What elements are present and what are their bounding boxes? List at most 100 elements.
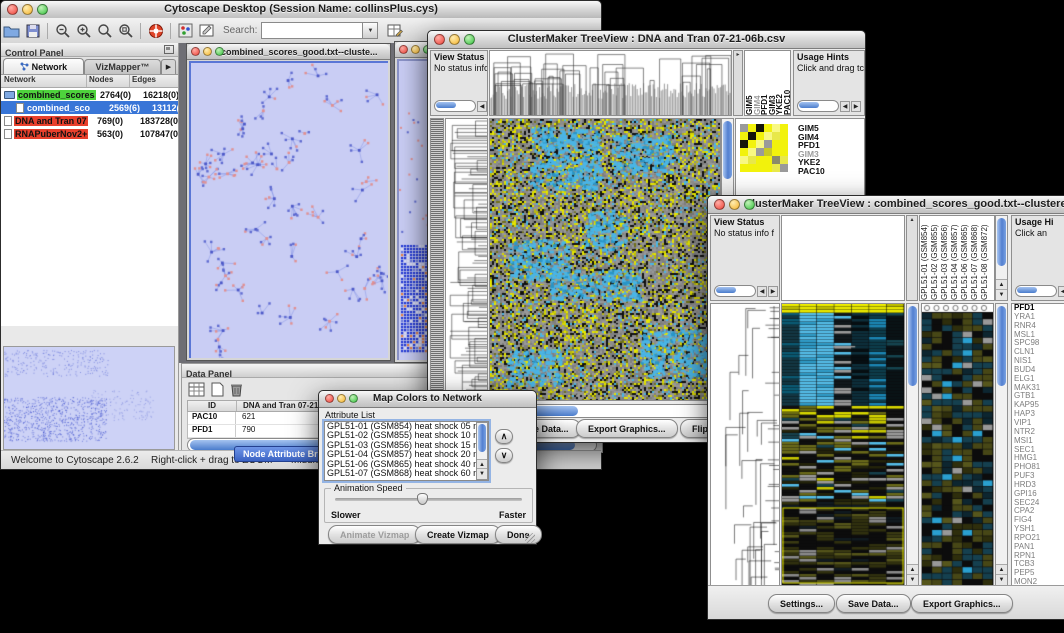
minimize-icon[interactable] <box>449 34 460 45</box>
close-icon[interactable] <box>7 4 18 15</box>
attribute-browser-icon[interactable] <box>384 21 405 41</box>
table-icon[interactable] <box>188 382 205 402</box>
animation-slider[interactable] <box>335 498 522 501</box>
tv1-column-label: GIM3 <box>768 51 776 115</box>
minimize-icon[interactable] <box>729 199 740 210</box>
control-panel: Control Panel Network VizMapper™ ▶ Netwo… <box>1 43 179 453</box>
tv2-heatmap-zoom[interactable] <box>921 303 994 586</box>
tv1-export-graphics-button[interactable]: Export Graphics... <box>576 419 678 438</box>
dp-col-id[interactable]: ID <box>188 401 237 411</box>
network-name: combined_sco <box>26 103 109 113</box>
desktop: Cytoscape Desktop (Session Name: collins… <box>0 0 1064 633</box>
tv1-status-scrollbar[interactable]: ◀▶ <box>434 100 488 112</box>
help-lifesaver-icon[interactable] <box>145 21 166 41</box>
trash-icon[interactable] <box>230 382 243 402</box>
col-nodes[interactable]: Nodes <box>87 75 130 87</box>
tv2-usage-scrollbar[interactable]: ◀▶ <box>1015 285 1064 297</box>
zoom-window-icon[interactable] <box>215 47 224 56</box>
attribute-list-scrollbar[interactable]: ▲▼ <box>476 422 488 480</box>
tv2-settings-button[interactable]: Settings... <box>768 594 835 613</box>
tv1-column-tree[interactable] <box>489 50 732 116</box>
annotation-icon[interactable] <box>196 21 217 41</box>
tv1-column-label: GIM5 <box>745 51 753 115</box>
close-icon[interactable] <box>434 34 445 45</box>
close-icon[interactable] <box>399 45 408 54</box>
window-controls[interactable] <box>7 4 48 15</box>
tv2-export-graphics-button[interactable]: Export Graphics... <box>911 594 1013 613</box>
network-name: combined_scores <box>17 90 100 100</box>
treeview2-window: ClusterMaker TreeView : combined_scores_… <box>707 195 1064 620</box>
slower-label: Slower <box>331 510 361 520</box>
animation-speed-group: Animation Speed Slower Faster <box>324 488 533 523</box>
network-row[interactable]: DNA and Tran 07769(0)183728(0) <box>1 114 178 127</box>
tab-vizmapper[interactable]: VizMapper™ <box>84 59 161 74</box>
dialog-titlebar[interactable]: Map Colors to Network <box>319 391 536 408</box>
col-network[interactable]: Network <box>1 75 87 87</box>
network-row[interactable]: combined_sco2569(6)13112(15) <box>1 101 178 114</box>
attribute-list-item[interactable]: GPL51-07 (GSM868) heat shock 60 min <box>325 469 488 478</box>
create-vizmap-button[interactable]: Create Vizmap <box>415 525 501 544</box>
tv2-vscrollbar[interactable]: ▲▼ <box>906 303 919 586</box>
birdseye-view-canvas[interactable] <box>4 347 174 449</box>
save-icon[interactable] <box>22 21 43 41</box>
minimize-icon[interactable] <box>203 47 212 56</box>
tv2-label-scrollbar[interactable]: ▲▼ <box>995 215 1008 301</box>
minimize-icon[interactable] <box>411 45 420 54</box>
network1-view-canvas[interactable] <box>191 63 388 358</box>
network1-titlebar[interactable]: combined_scores_good.txt--cluste... <box>187 44 390 60</box>
search-dropdown-icon[interactable]: ▼ <box>363 22 378 39</box>
tv2-column-tree[interactable] <box>781 215 905 301</box>
network-row[interactable]: combined_scores2764(0)16218(0) <box>1 88 178 101</box>
tv2-view-status-title: View Status <box>711 216 779 227</box>
vizmap-icon[interactable] <box>175 21 196 41</box>
zoom-fit-icon[interactable] <box>94 21 115 41</box>
tv1-view-status-title: View Status <box>431 51 487 62</box>
tv1-usage-scrollbar[interactable]: ◀▶ <box>797 100 861 112</box>
zoom-in-icon[interactable] <box>73 21 94 41</box>
close-icon[interactable] <box>325 394 334 403</box>
control-panel-title: Control Panel <box>1 48 64 58</box>
tv1-row-label: PAC10 <box>798 167 825 176</box>
float-panel-icon[interactable] <box>164 45 174 54</box>
tab-network[interactable]: Network <box>3 58 84 74</box>
open-icon[interactable] <box>1 21 22 41</box>
treeview2-titlebar[interactable]: ClusterMaker TreeView : combined_scores_… <box>708 196 1064 214</box>
move-down-button[interactable]: ∨ <box>495 448 513 463</box>
animate-vizmap-button[interactable]: Animate Vizmap <box>328 525 421 544</box>
tv2-save-data-button[interactable]: Save Data... <box>836 594 911 613</box>
network-nodes: 2764(0) <box>100 90 143 100</box>
more-tabs-button[interactable]: ▶ <box>161 59 176 74</box>
tv2-view-status-text: No status info f <box>711 227 779 238</box>
zoom-window-icon[interactable] <box>349 394 358 403</box>
main-titlebar[interactable]: Cytoscape Desktop (Session Name: collins… <box>1 1 601 19</box>
search-input[interactable] <box>261 22 363 39</box>
tv2-heatmap-global[interactable] <box>781 303 905 586</box>
zoom-window-icon[interactable] <box>37 4 48 15</box>
tv2-zoom-vscrollbar[interactable]: ▲▼ <box>995 303 1008 586</box>
animation-slider-thumb[interactable] <box>417 493 428 505</box>
resize-grip[interactable] <box>525 533 535 543</box>
new-doc-icon[interactable] <box>211 382 224 402</box>
tv2-status-scrollbar[interactable]: ◀▶ <box>714 285 778 297</box>
network-row[interactable]: RNAPuberNov2+563(0)107847(0) <box>1 127 178 140</box>
close-icon[interactable] <box>191 47 200 56</box>
treeview1-titlebar[interactable]: ClusterMaker TreeView : DNA and Tran 07-… <box>428 31 865 49</box>
minimize-icon[interactable] <box>337 394 346 403</box>
tv1-gene-tree[interactable] <box>445 118 488 401</box>
tv2-gene-tree[interactable] <box>710 303 780 586</box>
tv2-splitter[interactable]: ▴ <box>906 215 918 301</box>
zoom-window-icon[interactable] <box>744 199 755 210</box>
tv1-usage-text: Click and drag tc <box>794 62 864 73</box>
tv1-heatmap[interactable] <box>489 118 721 401</box>
folder-icon <box>4 91 15 99</box>
attribute-list[interactable]: GPL51-01 (GSM854) heat shock 05 minGPL51… <box>325 422 488 478</box>
zoom-out-icon[interactable] <box>52 21 73 41</box>
zoom-selected-icon[interactable] <box>115 21 136 41</box>
zoom-window-icon[interactable] <box>464 34 475 45</box>
tv1-splitter[interactable]: ▸ <box>733 50 743 116</box>
col-edges[interactable]: Edges <box>130 75 178 87</box>
close-icon[interactable] <box>714 199 725 210</box>
minimize-icon[interactable] <box>22 4 33 15</box>
move-up-button[interactable]: ∧ <box>495 429 513 444</box>
tv1-mini-heatmap[interactable] <box>740 124 788 172</box>
